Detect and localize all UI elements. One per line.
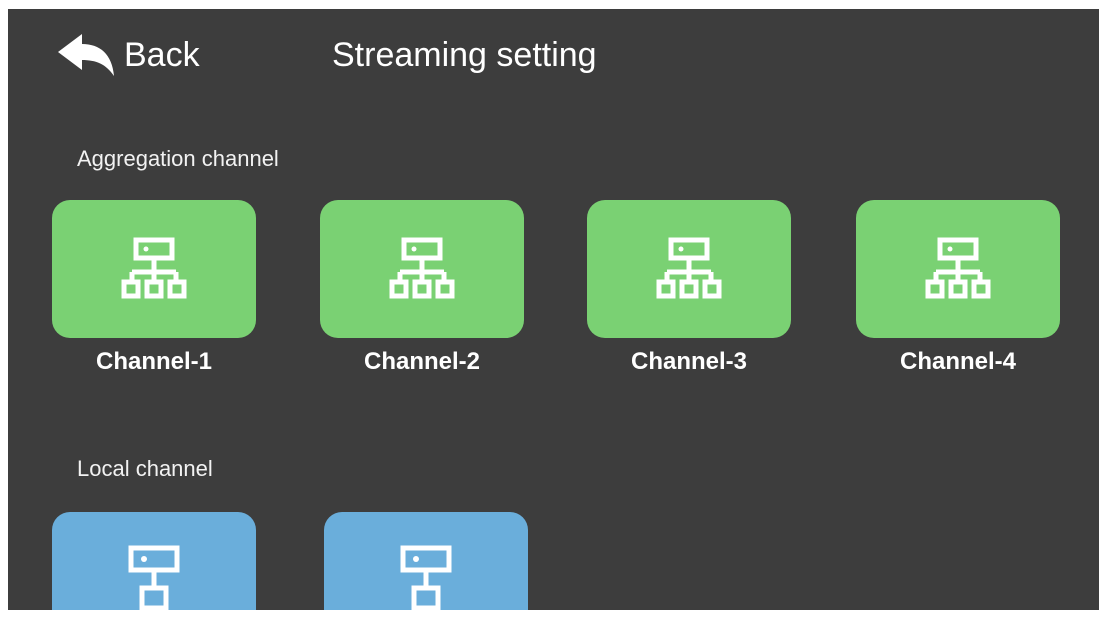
channel-2-label: Channel-2	[363, 348, 480, 375]
channel-tile-box	[856, 200, 1060, 338]
local-section-label: Local channel	[77, 456, 213, 481]
channel-tile-box	[587, 200, 791, 338]
back-button[interactable]: Back	[56, 31, 200, 79]
channel-tile-box	[52, 200, 256, 338]
channel-4-tile[interactable]: Channel-4	[856, 200, 1060, 376]
aggregation-section-label: Aggregation channel	[77, 146, 279, 171]
network-icon	[387, 236, 457, 302]
channel-tile-box	[320, 200, 524, 338]
channel-1-label: Channel-1	[95, 348, 212, 375]
page-title: Streaming setting	[332, 36, 597, 74]
local-tile-box	[52, 512, 256, 610]
device-icon	[119, 512, 189, 610]
network-icon	[654, 236, 724, 302]
streaming-setting-screen: Back Streaming setting Aggregation chann…	[8, 9, 1099, 610]
local-tile-box	[324, 512, 528, 610]
local-channel-2-tile[interactable]	[324, 512, 528, 610]
channel-1-tile[interactable]: Channel-1	[52, 200, 256, 376]
back-arrow-icon	[56, 32, 116, 78]
network-icon	[119, 236, 189, 302]
back-label: Back	[124, 35, 200, 74]
channel-3-tile[interactable]: Channel-3	[587, 200, 791, 376]
channel-4-label: Channel-4	[899, 348, 1016, 375]
device-icon	[391, 512, 461, 610]
channel-3-label: Channel-3	[630, 348, 747, 375]
local-channel-1-tile[interactable]	[52, 512, 256, 610]
network-icon	[923, 236, 993, 302]
channel-2-tile[interactable]: Channel-2	[320, 200, 524, 376]
